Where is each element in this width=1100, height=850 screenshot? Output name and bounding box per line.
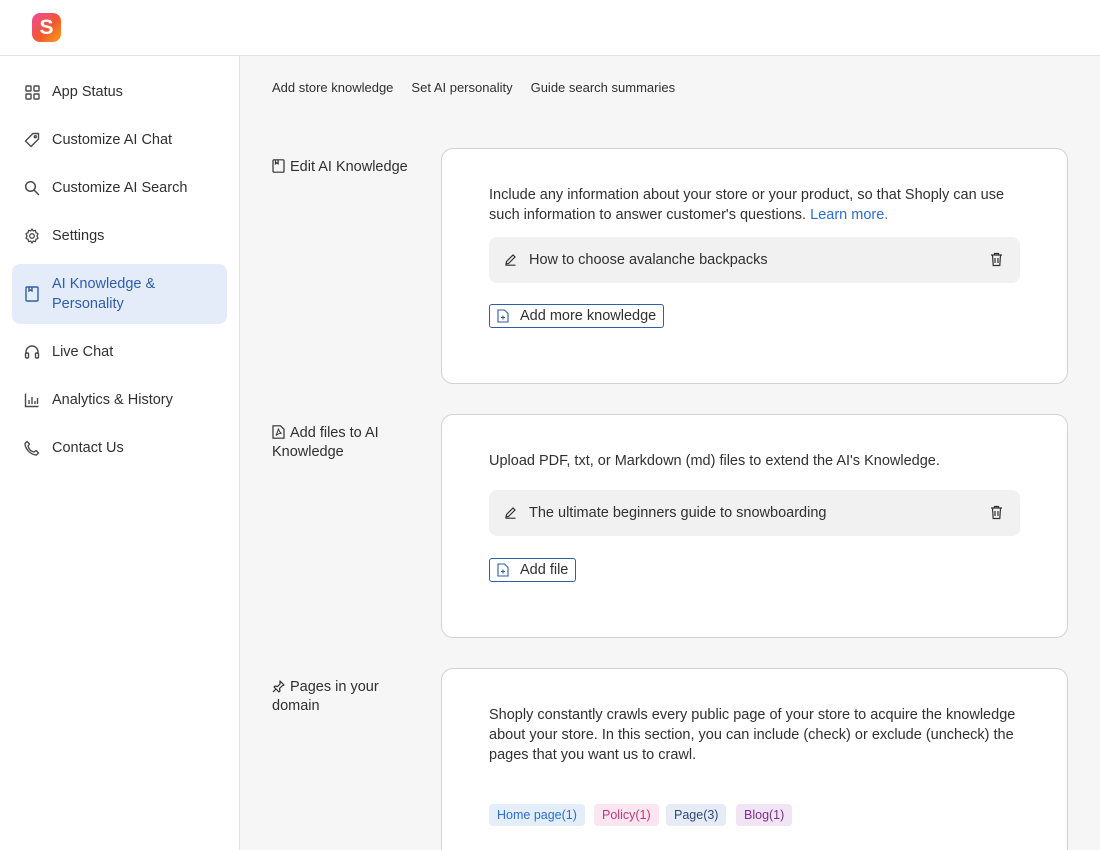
sidebar-item-ai-knowledge-personality[interactable]: AI Knowledge & Personality	[12, 264, 227, 324]
learn-more-link[interactable]: Learn more.	[810, 207, 888, 223]
sidebar: App Status Customize AI Chat Customize A…	[0, 56, 240, 850]
section-label-pages: Pages in your domain	[272, 679, 379, 714]
tab-set-ai-personality[interactable]: Set AI personality	[411, 80, 512, 95]
file-plus-icon	[497, 309, 511, 323]
pin-icon	[272, 680, 286, 694]
headphones-icon	[24, 344, 40, 360]
phone-icon	[24, 440, 40, 456]
sidebar-item-app-status[interactable]: App Status	[12, 79, 227, 105]
sidebar-item-label: AI Knowledge & Personality	[52, 276, 156, 312]
tag-page[interactable]: Page(3)	[666, 804, 727, 826]
document-icon	[24, 286, 40, 302]
sidebar-item-label: Customize AI Chat	[52, 132, 173, 148]
pages-description: Shoply constantly crawls every public pa…	[489, 707, 1016, 763]
top-bar: S	[0, 0, 1100, 56]
tag-policy[interactable]: Policy(1)	[594, 804, 659, 826]
sidebar-item-settings[interactable]: Settings	[12, 223, 227, 249]
knowledge-description: Include any information about your store…	[489, 187, 1005, 223]
tab-bar: Add store knowledge Set AI personality G…	[272, 80, 675, 95]
file-plus-icon	[497, 563, 511, 577]
file-item-title: The ultimate beginners guide to snowboar…	[529, 505, 827, 521]
card-add-files: Upload PDF, txt, or Markdown (md) files …	[441, 414, 1068, 638]
tag-icon	[24, 132, 40, 148]
card-edit-knowledge: Include any information about your store…	[441, 148, 1068, 384]
tab-guide-search-summaries[interactable]: Guide search summaries	[531, 80, 676, 95]
trash-icon[interactable]	[990, 252, 1004, 268]
sidebar-item-label: Contact Us	[52, 440, 124, 456]
trash-icon[interactable]	[990, 505, 1004, 521]
file-item[interactable]: The ultimate beginners guide to snowboar…	[489, 490, 1020, 536]
section-label-edit-knowledge: Edit AI Knowledge	[272, 158, 422, 177]
main-content: Add store knowledge Set AI personality G…	[240, 56, 1100, 850]
files-description: Upload PDF, txt, or Markdown (md) files …	[489, 453, 940, 469]
sidebar-item-label: Analytics & History	[52, 392, 173, 408]
tab-add-store-knowledge[interactable]: Add store knowledge	[272, 80, 393, 95]
pencil-icon	[504, 506, 518, 520]
add-more-knowledge-button[interactable]: Add more knowledge	[489, 304, 665, 328]
card-pages: Shoply constantly crawls every public pa…	[441, 668, 1068, 850]
tag-home-page[interactable]: Home page(1)	[489, 804, 585, 826]
sidebar-item-label: Live Chat	[52, 344, 114, 360]
document-icon	[272, 159, 286, 173]
sidebar-item-contact-us[interactable]: Contact Us	[12, 435, 227, 461]
knowledge-item-title: How to choose avalanche backpacks	[529, 252, 768, 268]
add-file-button[interactable]: Add file	[489, 558, 577, 582]
pencil-icon	[504, 253, 518, 267]
pdf-file-icon	[272, 425, 286, 439]
gear-icon	[24, 228, 40, 244]
sidebar-item-label: Customize AI Search	[52, 180, 188, 196]
search-icon	[24, 180, 40, 196]
section-label-add-files: Add files to AI Knowledge	[272, 425, 379, 460]
sidebar-item-customize-ai-chat[interactable]: Customize AI Chat	[12, 127, 227, 153]
bar-chart-icon	[24, 392, 40, 408]
sidebar-item-label: Settings	[52, 228, 105, 244]
sidebar-item-customize-ai-search[interactable]: Customize AI Search	[12, 175, 227, 201]
grid-icon	[24, 84, 40, 100]
knowledge-item[interactable]: How to choose avalanche backpacks	[489, 237, 1020, 283]
sidebar-item-label: App Status	[52, 84, 123, 100]
sidebar-item-analytics-history[interactable]: Analytics & History	[12, 387, 227, 413]
app-logo[interactable]: S	[32, 13, 61, 42]
sidebar-item-live-chat[interactable]: Live Chat	[12, 339, 227, 365]
tag-blog[interactable]: Blog(1)	[736, 804, 793, 826]
